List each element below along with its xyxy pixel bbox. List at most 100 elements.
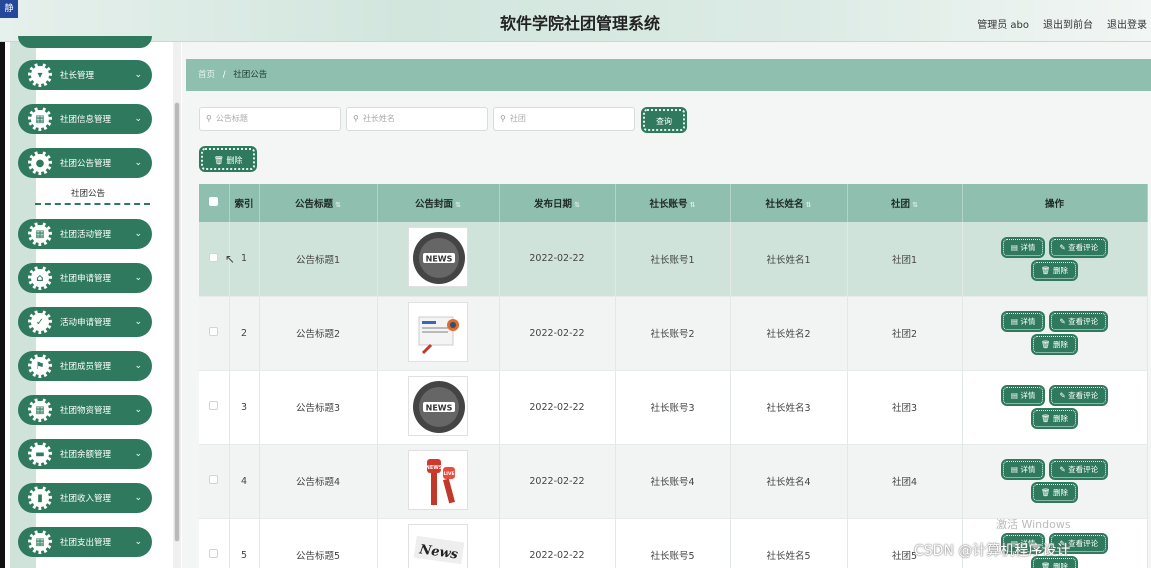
news-circle-icon[interactable]: NEWS <box>408 227 468 288</box>
svg-text:NEWS: NEWS <box>426 465 443 471</box>
row-delete-button[interactable]: 🗑 删除 <box>1033 261 1076 279</box>
sidebar-item-label: 社长管理 <box>60 71 95 81</box>
table-row[interactable]: 2 公告标题2 2022-02-22 社长账号2 社长姓名2 社团2 ▤ 详情 ✎ 查看评论 🗑… <box>199 296 1148 371</box>
title-cell: 公告标题2 <box>259 296 378 371</box>
column-header[interactable]: 社长账号 ⇅ <box>615 184 731 222</box>
detail-button[interactable]: ▤ 详情 <box>1002 387 1044 404</box>
cover-cell: NEWS <box>377 222 500 297</box>
detail-button[interactable]: ▤ 详情 <box>1002 461 1044 478</box>
batch-delete-button[interactable]: 🗑 删除 <box>201 148 255 170</box>
sort-icon[interactable]: ⇅ <box>335 201 341 209</box>
header-label: 公告封面 <box>415 199 454 210</box>
sidebar-item-supplies[interactable]: ▦ 社团物资管理 ⌄ <box>18 395 152 425</box>
user-area: 管理员 abo 退出到前台 退出登录 <box>977 16 1147 31</box>
news-stamp-icon[interactable]: News <box>408 523 468 568</box>
row-checkbox[interactable] <box>209 252 219 262</box>
sort-icon[interactable]: ⇅ <box>912 201 918 209</box>
chevron-down-icon: ⌄ <box>134 317 142 327</box>
table-row[interactable]: 1 公告标题1 NEWS 2022-02-22 社长账号1 社长姓名1 社团1 ▤ 详情 ✎ 查… <box>199 222 1148 297</box>
actions-cell: ▤ 详情 ✎ 查看评论 🗑 删除 <box>962 222 1148 297</box>
detail-button[interactable]: ▤ 详情 <box>1002 313 1044 330</box>
home-icon: ⌂ <box>28 266 52 290</box>
sidebar-item-expense[interactable]: ▦ 社团支出管理 ⌄ <box>18 527 152 557</box>
title-search-input[interactable]: ⚲ 公告标题 <box>199 107 341 131</box>
admin-label: 管理员 abo <box>977 20 1029 31</box>
header-label: 公告标题 <box>295 199 334 210</box>
sidebar-item-club-info[interactable]: ▦ 社团信息管理 ⌄ <box>18 104 152 134</box>
row-checkbox[interactable] <box>209 327 219 336</box>
sidebar-item-income[interactable]: ▮ 社团收入管理 ⌄ <box>18 483 152 513</box>
sidebar-item-activity-apply[interactable]: ✓ 活动申请管理 ⌄ <box>18 307 152 337</box>
view-comments-button[interactable]: ✎ 查看评论 <box>1051 313 1107 330</box>
actions-group: ▤ 详情 ✎ 查看评论 🗑 删除 <box>963 238 1147 279</box>
scrollbar-thumb[interactable] <box>174 102 180 542</box>
sidebar-item-label: 社团公告管理 <box>60 159 112 169</box>
sort-icon[interactable]: ⇅ <box>455 201 461 209</box>
breadcrumb-home[interactable]: 首页 <box>198 70 215 80</box>
search-icon: ⚲ <box>206 114 212 123</box>
news-paper-icon[interactable] <box>408 301 468 362</box>
actions-cell: ▤ 详情 ✎ 查看评论 🗑 删除 <box>962 296 1148 371</box>
sidebar-item-announcement[interactable]: ● 社团公告管理 ⌄ <box>18 148 152 178</box>
chevron-down-icon: ⌄ <box>134 70 142 80</box>
edit-icon: ✎ <box>1059 242 1066 252</box>
sidebar-item-label: 社团支出管理 <box>60 538 112 548</box>
row-delete-button[interactable]: 🗑 删除 <box>1033 484 1076 501</box>
news-circle-icon[interactable]: NEWS <box>408 375 468 436</box>
sort-icon[interactable]: ⇅ <box>574 201 580 209</box>
sort-icon[interactable]: ⇅ <box>690 201 696 209</box>
select-all-checkbox[interactable] <box>209 197 219 206</box>
row-checkbox[interactable] <box>209 401 219 410</box>
sidebar-item-club-apply[interactable]: ⌂ 社团申请管理 ⌄ <box>18 263 152 293</box>
row-select-cell[interactable] <box>199 444 230 519</box>
sidebar-item-partial[interactable] <box>18 36 152 48</box>
sidebar-scrollbar[interactable] <box>173 42 181 568</box>
sidebar-item-activity[interactable]: ▦ 社团活动管理 ⌄ <box>18 219 152 249</box>
account-cell: 社长账号1 <box>615 222 731 297</box>
sidebar-item-label: 社团余额管理 <box>60 450 112 460</box>
actions-cell: ▤ 详情 ✎ 查看评论 🗑 删除 <box>962 444 1148 519</box>
row-checkbox[interactable] <box>209 475 219 484</box>
column-header[interactable]: 公告封面 ⇅ <box>377 184 500 222</box>
trash-icon: 🗑 <box>1041 562 1051 568</box>
view-comments-button[interactable]: ✎ 查看评论 <box>1051 387 1107 404</box>
name-cell: 社长姓名4 <box>730 444 848 519</box>
row-select-cell[interactable] <box>199 370 230 445</box>
query-button[interactable]: 查询 <box>643 109 685 131</box>
detail-button[interactable]: ▤ 详情 <box>1002 238 1044 256</box>
input-placeholder: 社长姓名 <box>362 114 395 123</box>
document-icon: ▤ <box>1010 242 1018 252</box>
sidebar-subitem-announcement[interactable]: 社团公告 <box>35 185 150 205</box>
club-cell: 社团2 <box>847 296 963 371</box>
row-delete-button[interactable]: 🗑 删除 <box>1033 336 1076 353</box>
logout-link[interactable]: 退出登录 <box>1107 16 1147 31</box>
select-all-cell[interactable] <box>199 184 230 222</box>
column-header[interactable]: 发布日期 ⇅ <box>499 184 616 222</box>
row-select-cell[interactable] <box>199 518 230 568</box>
view-comments-button[interactable]: ✎ 查看评论 <box>1051 461 1107 478</box>
detail-label: 详情 <box>1020 391 1036 400</box>
row-select-cell[interactable] <box>199 296 230 371</box>
to-front-link[interactable]: 退出到前台 <box>1043 16 1093 31</box>
sidebar-item-balance[interactable]: ▬ 社团余额管理 ⌄ <box>18 439 152 469</box>
chevron-down-icon: ⌄ <box>134 229 142 239</box>
delete-label: 删除 <box>1052 488 1068 497</box>
column-header[interactable]: 公告标题 ⇅ <box>259 184 378 222</box>
row-checkbox[interactable] <box>209 549 219 558</box>
column-header[interactable]: 社团 ⇅ <box>847 184 963 222</box>
microphone-icon[interactable]: NEWS LIVE <box>408 449 468 510</box>
view-comments-button[interactable]: ✎ 查看评论 <box>1051 238 1107 256</box>
sort-icon[interactable]: ⇅ <box>806 201 812 209</box>
column-header[interactable]: 社长姓名 ⇅ <box>730 184 848 222</box>
grid-icon: ▦ <box>28 398 52 422</box>
trash-icon: 🗑 <box>1041 340 1051 349</box>
row-delete-button[interactable]: 🗑 删除 <box>1033 410 1076 427</box>
table-row[interactable]: 4 公告标题4 NEWS LIVE 2022-02-22 社长账号4 社长姓名4 社团4 ▤ 详… <box>199 444 1148 519</box>
club-search-input[interactable]: ⚲ 社团 <box>493 107 635 131</box>
sidebar-item-president[interactable]: ▾ 社长管理 ⌄ <box>18 60 152 90</box>
name-search-input[interactable]: ⚲ 社长姓名 <box>346 107 488 131</box>
club-cell: 社团1 <box>847 222 963 297</box>
sidebar-item-members[interactable]: ⚑ 社团成员管理 ⌄ <box>18 351 152 381</box>
column-header[interactable]: 索引 <box>229 184 260 222</box>
table-row[interactable]: 3 公告标题3 NEWS 2022-02-22 社长账号3 社长姓名3 社团3 ▤ 详情 ✎ 查… <box>199 370 1148 445</box>
